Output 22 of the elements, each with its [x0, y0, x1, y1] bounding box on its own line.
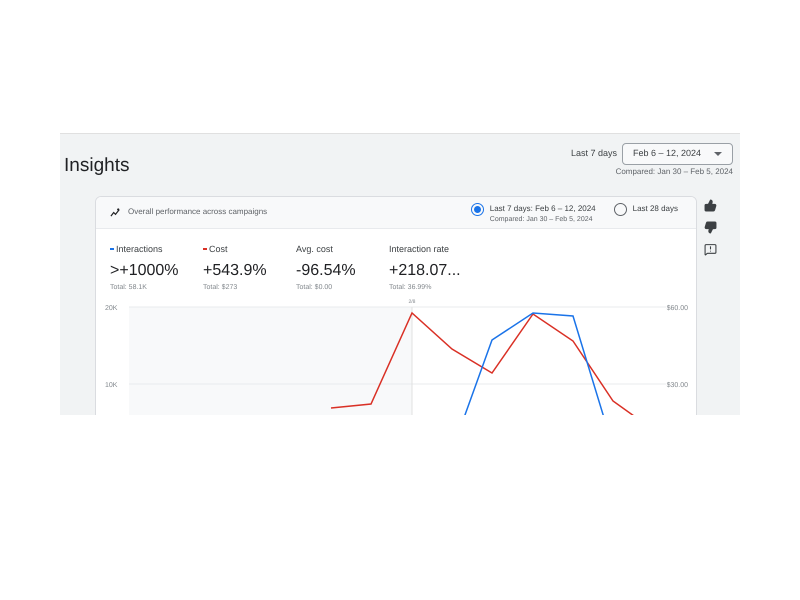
feedback-icon[interactable] [704, 242, 717, 256]
card-title: Overall performance across campaigns [128, 206, 268, 218]
caret-icon [714, 152, 722, 156]
compared-label: Compared: Jan 30 – Feb 5, 2024 [616, 166, 733, 178]
metric-label: Interaction rate [389, 242, 450, 256]
period-label: Last 7 days [570, 147, 617, 160]
sparkle-trend-icon [110, 206, 121, 218]
metric-value: +543.9% [203, 261, 268, 281]
metric-value: +218.07... [389, 261, 462, 281]
radio-label: Last 7 days: Feb 6 – 12, 2024 [490, 203, 596, 216]
metric-label: Cost [209, 242, 228, 256]
radio-button[interactable] [614, 203, 627, 216]
metric-value: -96.54% [296, 261, 357, 281]
radio-button[interactable] [470, 203, 484, 216]
radio-label: Last 28 days [632, 203, 678, 216]
metric-label: Interactions [116, 242, 163, 256]
metric-label: Avg. cost [296, 242, 333, 256]
metric-value: >+1000% [110, 261, 180, 281]
date-range-dropdown[interactable]: Feb 6 – 12, 2024 [622, 143, 733, 165]
thumbs-up-icon[interactable] [704, 198, 717, 212]
page-title: Insights [64, 154, 130, 178]
thumbs-down-icon[interactable] [704, 220, 717, 234]
